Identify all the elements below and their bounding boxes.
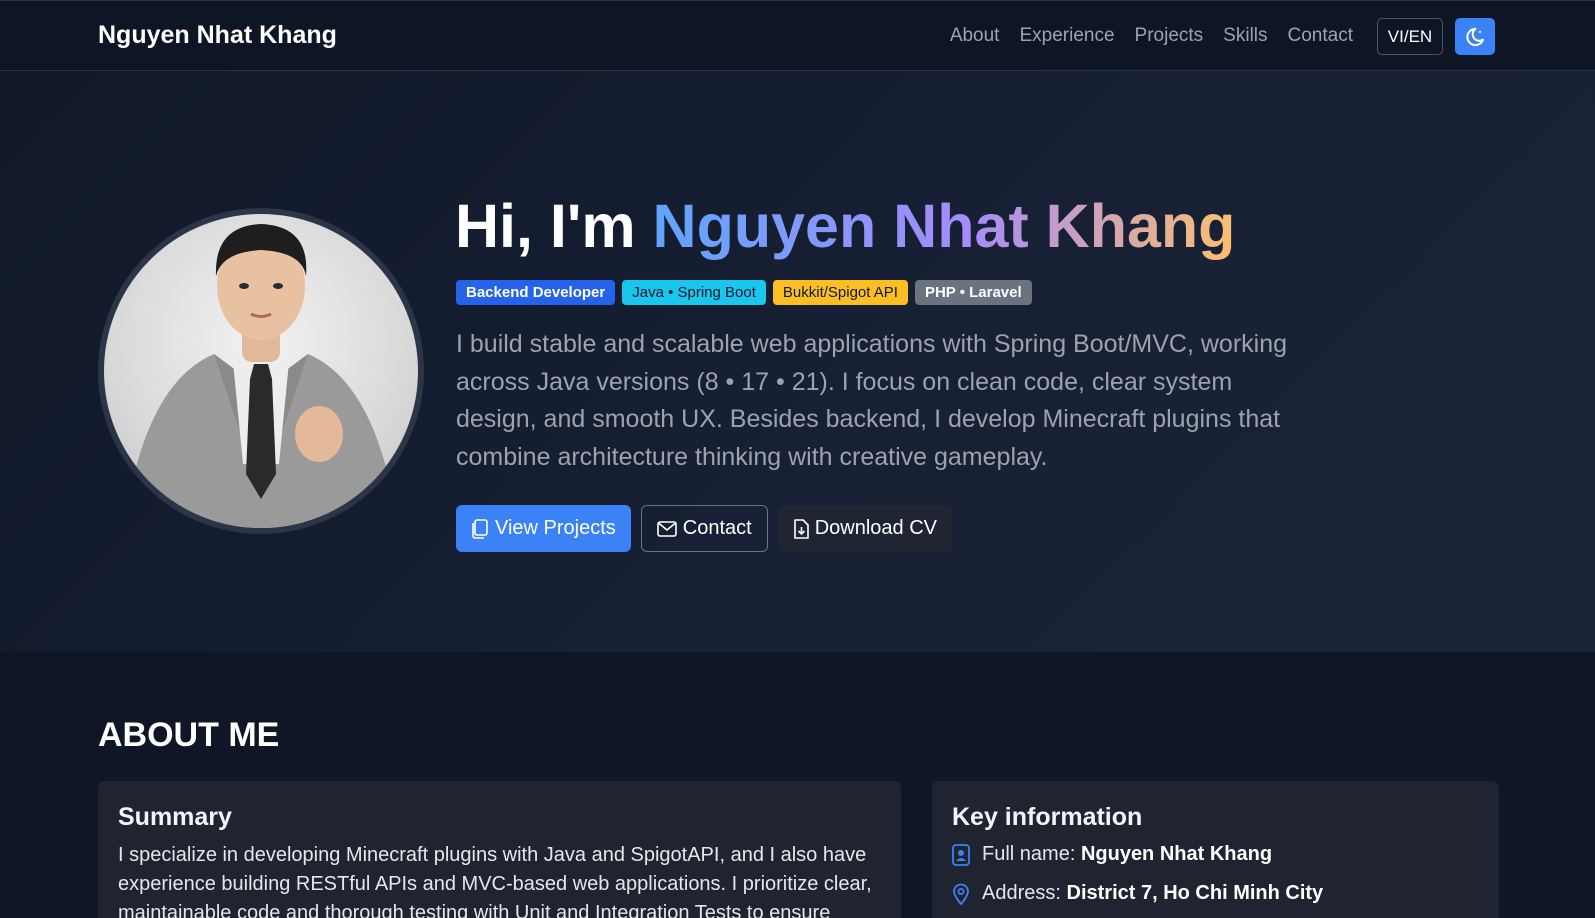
contact-button[interactable]: Contact (640, 505, 768, 552)
navbar: Nguyen Nhat Khang About Experience Proje… (0, 0, 1595, 71)
moon-icon (1466, 27, 1485, 46)
nav-experience[interactable]: Experience (1019, 25, 1114, 47)
theme-toggle-button[interactable] (1455, 18, 1495, 55)
about-section: ABOUT ME Summary I specialize in develop… (0, 652, 1595, 918)
address-label: Address: (982, 882, 1061, 904)
hero-intro: I build stable and scalable web applicat… (456, 330, 1288, 471)
about-title: ABOUT ME (98, 716, 280, 754)
nav-skills[interactable]: Skills (1223, 25, 1267, 47)
profile-avatar (98, 208, 424, 534)
hero-title: Hi, I'm Nguyen Nhat Khang (455, 191, 1235, 261)
hero-actions: View Projects Contact Download CV (456, 505, 953, 552)
nav-about[interactable]: About (950, 25, 1000, 47)
download-cv-button[interactable]: Download CV (777, 505, 953, 552)
view-projects-label: View Projects (495, 517, 616, 539)
skill-badges: Backend Developer Java • Spring Boot Buk… (456, 280, 1032, 305)
envelope-icon (656, 520, 677, 537)
nav-contact[interactable]: Contact (1288, 25, 1353, 47)
badge-backend-developer: Backend Developer (456, 280, 616, 305)
address-row: Address: District 7, Ho Chi Minh City (952, 882, 1323, 905)
location-pin-icon (953, 883, 969, 905)
brand-name[interactable]: Nguyen Nhat Khang (98, 21, 337, 50)
download-cv-label: Download CV (814, 517, 938, 539)
full-name-value: Nguyen Nhat Khang (1080, 843, 1273, 865)
page: Nguyen Nhat Khang About Experience Proje… (0, 0, 1595, 918)
summary-title: Summary (118, 803, 232, 831)
person-badge-icon (952, 843, 970, 866)
badge-php-laravel: PHP • Laravel (914, 280, 1032, 305)
address-value: District 7, Ho Chi Minh City (1066, 882, 1324, 904)
badge-java-spring: Java • Spring Boot (622, 280, 766, 305)
summary-text: I specialize in developing Minecraft plu… (118, 844, 872, 918)
nav-links: About Experience Projects Skills Contact (950, 25, 1353, 47)
full-name-label: Full name: (982, 843, 1076, 865)
hero-name: Nguyen Nhat Khang (652, 192, 1236, 260)
file-download-icon (793, 518, 809, 539)
summary-card: Summary I specialize in developing Minec… (98, 781, 901, 918)
nav-projects[interactable]: Projects (1135, 25, 1204, 47)
contact-label: Contact (682, 517, 752, 539)
profile-photo-illustration (124, 224, 398, 528)
key-info-title: Key information (952, 803, 1143, 831)
view-projects-button[interactable]: View Projects (456, 505, 631, 552)
hero-section: Hi, I'm Nguyen Nhat Khang Backend Develo… (0, 71, 1595, 652)
key-info-card: Key information Full name: Nguyen Nhat K… (932, 781, 1499, 918)
hero-greeting: Hi, I'm (455, 192, 636, 260)
copy-icon (472, 518, 488, 539)
full-name-row: Full name: Nguyen Nhat Khang (952, 843, 1272, 866)
language-toggle-button[interactable]: VI/EN (1377, 18, 1443, 55)
badge-bukkit-spigot: Bukkit/Spigot API (772, 280, 908, 305)
